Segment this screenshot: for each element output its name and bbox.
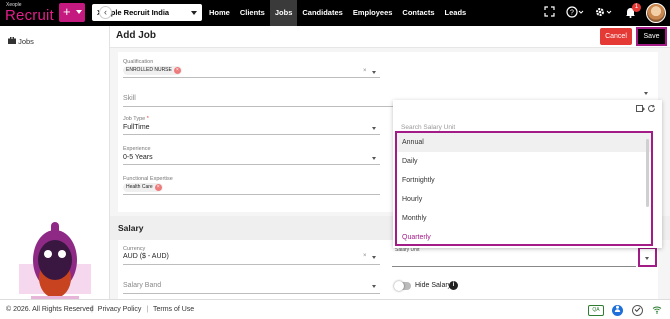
option-fortnightly[interactable]: Fortnightly bbox=[397, 171, 651, 190]
salary-band-underline bbox=[123, 293, 380, 294]
nav-candidates[interactable]: Candidates bbox=[297, 0, 347, 26]
nav-home[interactable]: Home bbox=[204, 0, 235, 26]
salary-unit-underline bbox=[392, 266, 636, 267]
salary-unit-search-input[interactable]: Search Salary Unit bbox=[401, 124, 455, 131]
salary-unit-field[interactable]: Salary Unit bbox=[392, 245, 657, 267]
collapse-sidebar-button[interactable]: ‹ bbox=[99, 6, 112, 19]
mascot-illustration bbox=[19, 222, 91, 301]
job-type-label-text: Job Type bbox=[123, 116, 146, 122]
user-icon[interactable] bbox=[612, 305, 623, 316]
salary-band-input[interactable]: Salary Band bbox=[123, 282, 161, 289]
chevron-down-icon[interactable] bbox=[372, 71, 376, 74]
nav-employees[interactable]: Employees bbox=[348, 0, 398, 26]
page-title: Add Job bbox=[116, 30, 156, 41]
experience-label: Experience bbox=[123, 146, 151, 152]
functional-expertise-chip-label: Health Care bbox=[126, 184, 153, 190]
salary-section-title: Salary bbox=[118, 223, 144, 233]
save-button[interactable]: Save bbox=[636, 27, 667, 46]
toggle-knob bbox=[394, 281, 404, 291]
job-type-label: Job Type * bbox=[123, 116, 149, 122]
functional-expertise-underline bbox=[123, 194, 380, 195]
svg-text:?: ? bbox=[570, 10, 574, 17]
option-quarterly[interactable]: Quarterly bbox=[397, 228, 651, 244]
remove-chip-icon[interactable]: × bbox=[173, 67, 181, 74]
salary-unit-dropdown-button[interactable] bbox=[638, 247, 657, 267]
qualification-chip-label: ENROLLED NURSE bbox=[126, 67, 172, 73]
option-monthly[interactable]: Monthly bbox=[397, 209, 651, 228]
privacy-policy-link[interactable]: Privacy Policy bbox=[98, 306, 142, 313]
nav-jobs[interactable]: Jobs bbox=[269, 0, 298, 26]
currency-underline bbox=[123, 264, 380, 265]
briefcase-icon bbox=[8, 36, 18, 46]
sidebar-item-label: Jobs bbox=[18, 37, 34, 46]
chevron-down-icon[interactable] bbox=[372, 256, 376, 259]
quick-add-button[interactable]: + bbox=[59, 3, 85, 22]
option-annual[interactable]: Annual bbox=[397, 133, 651, 152]
brand-logo[interactable]: Recruit bbox=[5, 7, 54, 24]
dropdown-tools bbox=[635, 104, 656, 115]
wifi-icon bbox=[651, 305, 662, 316]
chevron-down-icon[interactable] bbox=[372, 157, 376, 160]
qualification-underline bbox=[123, 77, 380, 78]
chevron-down-icon[interactable] bbox=[372, 285, 376, 288]
footer-separator: | bbox=[146, 306, 149, 313]
check-circle-icon[interactable] bbox=[632, 305, 643, 316]
plus-icon: + bbox=[63, 4, 71, 19]
info-icon[interactable]: i bbox=[449, 281, 458, 290]
chevron-down-icon[interactable] bbox=[644, 92, 648, 95]
clear-icon[interactable]: × bbox=[363, 68, 367, 74]
hide-salary-toggle[interactable] bbox=[394, 281, 411, 291]
salary-unit-options: Annual Daily Fortnightly Hourly Monthly … bbox=[395, 131, 653, 246]
chevron-left-icon: ‹ bbox=[104, 7, 107, 17]
nav-clients[interactable]: Clients bbox=[235, 0, 270, 26]
functional-expertise-chip: Health Care × bbox=[123, 183, 163, 192]
chevron-down-icon bbox=[191, 11, 197, 15]
sidebar: Jobs bbox=[0, 26, 110, 301]
remove-chip-icon[interactable]: × bbox=[154, 184, 162, 191]
dropdown-scrollbar[interactable] bbox=[646, 139, 649, 207]
avatar[interactable] bbox=[646, 3, 666, 23]
footer-separator: | bbox=[91, 306, 93, 313]
hide-salary-label: Hide Salary bbox=[415, 282, 452, 289]
currency-select[interactable]: AUD ($ - AUD) bbox=[123, 253, 169, 260]
chevron-down-icon[interactable] bbox=[372, 127, 376, 130]
copyright-text: © 2026. All Rights Reserved bbox=[6, 306, 94, 313]
chevron-down-icon bbox=[645, 257, 649, 260]
currency-label: Currency bbox=[123, 246, 146, 252]
qualification-label: Qualification bbox=[123, 59, 154, 65]
experience-select[interactable]: 0-5 Years bbox=[123, 154, 153, 161]
job-type-underline bbox=[123, 134, 380, 135]
qa-badge: QA bbox=[588, 305, 604, 316]
footer: © 2026. All Rights Reserved | Privacy Po… bbox=[0, 299, 670, 319]
qualification-chip: ENROLLED NURSE × bbox=[123, 66, 182, 75]
skill-input[interactable]: Skill bbox=[123, 95, 136, 102]
option-daily[interactable]: Daily bbox=[397, 152, 651, 171]
job-type-select[interactable]: FullTime bbox=[123, 124, 150, 131]
clear-icon[interactable]: × bbox=[363, 253, 367, 259]
page-header: Add Job bbox=[110, 26, 670, 48]
nav-leads[interactable]: Leads bbox=[440, 0, 472, 26]
main-nav: Home Clients Jobs Candidates Employees C… bbox=[204, 0, 471, 26]
functional-expertise-label: Functional Expertise bbox=[123, 176, 173, 182]
add-option-icon[interactable] bbox=[635, 105, 647, 115]
nav-contacts[interactable]: Contacts bbox=[397, 0, 439, 26]
fullscreen-icon[interactable] bbox=[544, 6, 555, 21]
terms-of-use-link[interactable]: Terms of Use bbox=[153, 306, 194, 313]
refresh-icon[interactable] bbox=[647, 104, 656, 115]
chevron-down-icon bbox=[76, 10, 82, 14]
cancel-button[interactable]: Cancel bbox=[600, 28, 632, 45]
required-marker: * bbox=[146, 116, 149, 122]
help-icon[interactable]: ? bbox=[566, 6, 584, 22]
sidebar-item-jobs[interactable]: Jobs bbox=[8, 36, 34, 46]
experience-underline bbox=[123, 164, 380, 165]
notification-badge: 1 bbox=[632, 3, 641, 12]
footer-links: | Privacy Policy | Terms of Use bbox=[88, 306, 194, 313]
settings-icon[interactable] bbox=[594, 6, 612, 22]
option-hourly[interactable]: Hourly bbox=[397, 190, 651, 209]
